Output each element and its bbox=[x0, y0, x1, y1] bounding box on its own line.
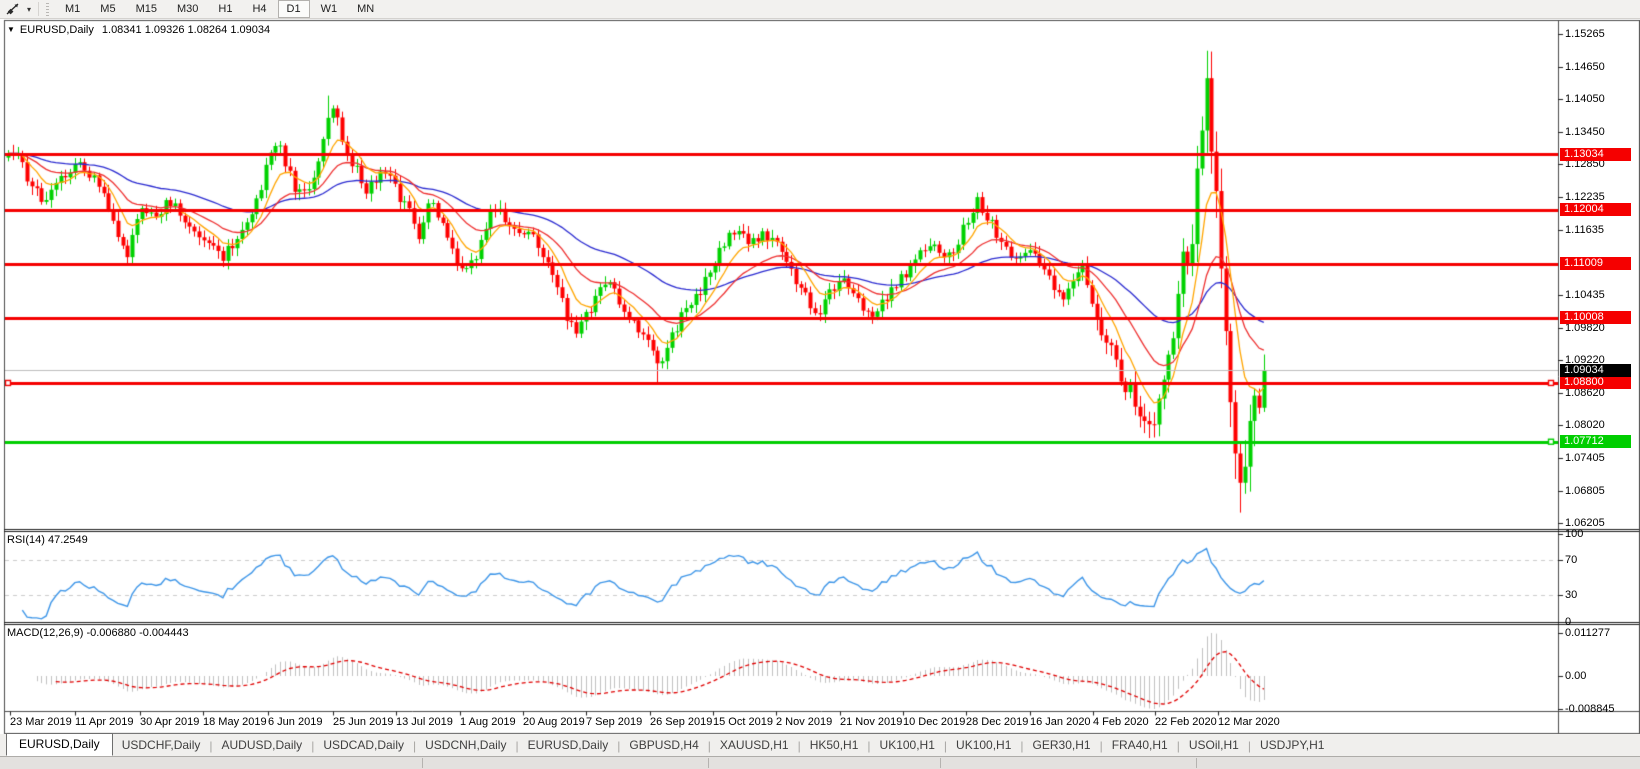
tab-uk100-h1[interactable]: UK100,H1 bbox=[871, 735, 944, 756]
tab-xauusd-h1[interactable]: XAUUSD,H1 bbox=[711, 735, 798, 756]
date-axis-label: 16 Jan 2020 bbox=[1030, 716, 1091, 728]
tab-usdcad-daily[interactable]: USDCAD,Daily bbox=[314, 735, 413, 756]
chart-symbol-label: EURUSD,Daily bbox=[20, 24, 94, 36]
chart-canvas[interactable] bbox=[0, 0, 1640, 768]
price-line-badge: 1.08800 bbox=[1560, 376, 1631, 389]
price-line-badge: 1.13034 bbox=[1560, 148, 1631, 161]
price-axis-label: 1.11635 bbox=[1565, 224, 1604, 236]
current-price-badge: 1.09034 bbox=[1560, 364, 1631, 377]
tab-scroll-strip[interactable] bbox=[0, 756, 1640, 769]
price-axis-label: 1.08020 bbox=[1565, 419, 1605, 431]
tab-audusd-daily[interactable]: AUDUSD,Daily bbox=[213, 735, 312, 756]
price-axis-label: 1.07405 bbox=[1565, 452, 1605, 464]
chart-tab-bar: EURUSD,DailyUSDCHF,Daily|AUDUSD,Daily|US… bbox=[0, 734, 1640, 756]
macd-axis-label: 0.00 bbox=[1565, 670, 1586, 682]
mt4-window: { "toolbar": { "cursor_icon": "line-stud… bbox=[0, 0, 1640, 768]
date-axis-label: 20 Aug 2019 bbox=[523, 716, 585, 728]
tab-uk100-h1[interactable]: UK100,H1 bbox=[947, 735, 1020, 756]
date-axis-label: 12 Mar 2020 bbox=[1218, 716, 1280, 728]
date-axis-label: 18 May 2019 bbox=[203, 716, 267, 728]
date-axis-label: 6 Jun 2019 bbox=[268, 716, 322, 728]
tab-eurusd-daily[interactable]: EURUSD,Daily bbox=[6, 733, 113, 756]
tab-eurusd-daily[interactable]: EURUSD,Daily bbox=[519, 735, 618, 756]
date-axis-label: 4 Feb 2020 bbox=[1093, 716, 1149, 728]
date-axis-label: 25 Jun 2019 bbox=[333, 716, 394, 728]
price-axis-label: 1.15265 bbox=[1565, 28, 1605, 40]
date-axis-label: 26 Sep 2019 bbox=[650, 716, 712, 728]
date-axis-label: 13 Jul 2019 bbox=[396, 716, 453, 728]
macd-label: MACD(12,26,9) -0.006880 -0.004443 bbox=[7, 627, 189, 639]
macd-axis-label: 0.011277 bbox=[1565, 627, 1610, 639]
macd-axis-label: -0.008845 bbox=[1565, 703, 1615, 715]
tab-usdchf-daily[interactable]: USDCHF,Daily bbox=[113, 735, 210, 756]
tab-strip-separator bbox=[422, 758, 423, 768]
price-line-badge: 1.10008 bbox=[1560, 311, 1631, 324]
tab-strip-separator bbox=[708, 758, 709, 768]
date-axis-label: 15 Oct 2019 bbox=[713, 716, 773, 728]
tab-usdjpy-h1[interactable]: USDJPY,H1 bbox=[1251, 735, 1333, 756]
tab-strip-separator bbox=[940, 758, 941, 768]
chart-title: ▼ EURUSD,Daily 1.08341 1.09326 1.08264 1.0… bbox=[7, 24, 270, 36]
date-axis-label: 23 Mar 2019 bbox=[10, 716, 72, 728]
chart-title-arrow-icon[interactable]: ▼ bbox=[7, 25, 15, 34]
price-axis-label: 1.14050 bbox=[1565, 93, 1605, 105]
rsi-axis-label: 30 bbox=[1565, 589, 1577, 601]
date-axis-label: 28 Dec 2019 bbox=[966, 716, 1028, 728]
tab-usoil-h1[interactable]: USOil,H1 bbox=[1180, 735, 1248, 756]
price-axis-label: 1.12235 bbox=[1565, 191, 1605, 203]
price-line-badge: 1.11009 bbox=[1560, 257, 1631, 270]
date-axis-label: 21 Nov 2019 bbox=[840, 716, 902, 728]
tab-strip-separator bbox=[1196, 758, 1197, 768]
date-axis-label: 22 Feb 2020 bbox=[1155, 716, 1217, 728]
price-axis-label: 1.10435 bbox=[1565, 289, 1605, 301]
date-axis-label: 7 Sep 2019 bbox=[586, 716, 642, 728]
price-axis-label: 1.06805 bbox=[1565, 485, 1605, 497]
date-axis-label: 1 Aug 2019 bbox=[460, 716, 516, 728]
tab-gbpusd-h4[interactable]: GBPUSD,H4 bbox=[620, 735, 707, 756]
tab-hk50-h1[interactable]: HK50,H1 bbox=[801, 735, 868, 756]
date-axis-label: 10 Dec 2019 bbox=[903, 716, 965, 728]
price-line-badge: 1.07712 bbox=[1560, 435, 1631, 448]
date-axis-label: 11 Apr 2019 bbox=[75, 716, 134, 728]
price-axis-label: 1.13450 bbox=[1565, 126, 1605, 138]
rsi-axis-label: 100 bbox=[1565, 528, 1583, 540]
rsi-axis-label: 0 bbox=[1565, 616, 1571, 628]
tab-ger30-h1[interactable]: GER30,H1 bbox=[1024, 735, 1100, 756]
date-axis-label: 30 Apr 2019 bbox=[140, 716, 199, 728]
rsi-axis-label: 70 bbox=[1565, 554, 1577, 566]
price-line-badge: 1.12004 bbox=[1560, 203, 1631, 216]
rsi-label: RSI(14) 47.2549 bbox=[7, 534, 88, 546]
chart-ohlc-values: 1.08341 1.09326 1.08264 1.09034 bbox=[102, 24, 270, 36]
tab-usdcnh-daily[interactable]: USDCNH,Daily bbox=[416, 735, 515, 756]
date-axis-label: 2 Nov 2019 bbox=[776, 716, 832, 728]
price-axis-label: 1.14650 bbox=[1565, 61, 1605, 73]
tab-fra40-h1[interactable]: FRA40,H1 bbox=[1103, 735, 1177, 756]
